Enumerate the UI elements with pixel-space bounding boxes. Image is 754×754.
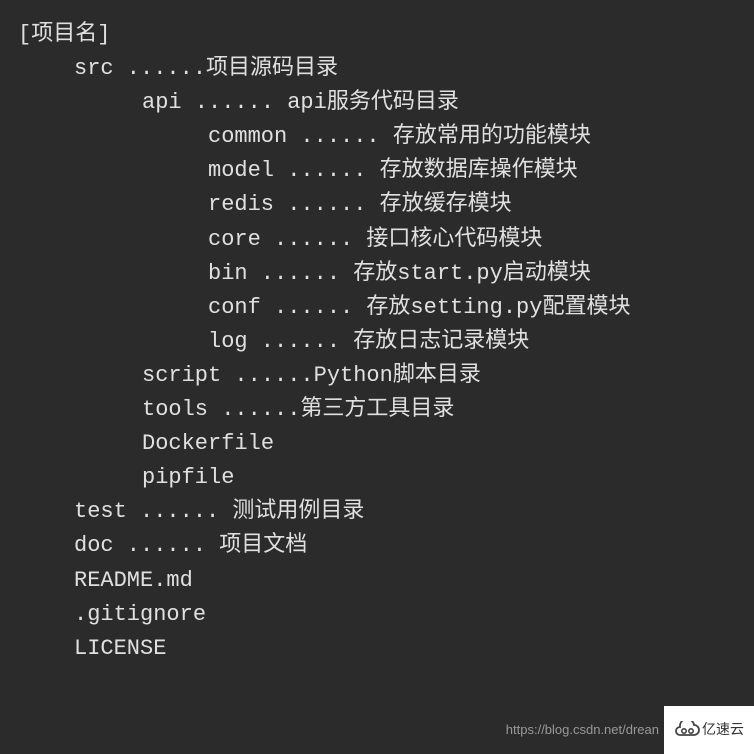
- tree-entry: script ......Python脚本目录: [18, 359, 736, 393]
- tree-entry: conf ...... 存放setting.py配置模块: [18, 291, 736, 325]
- directory-tree: [项目名] src ......项目源码目录 api ...... api服务代…: [18, 18, 736, 666]
- tree-entry: pipfile: [18, 461, 736, 495]
- tree-entry: api ...... api服务代码目录: [18, 86, 736, 120]
- tree-entry: core ...... 接口核心代码模块: [18, 223, 736, 257]
- tree-entry: src ......项目源码目录: [18, 52, 736, 86]
- tree-entry: doc ...... 项目文档: [18, 529, 736, 563]
- tree-entry: LICENSE: [18, 632, 736, 666]
- tree-entry: redis ...... 存放缓存模块: [18, 188, 736, 222]
- watermark-brand: 亿速云: [702, 719, 744, 741]
- tree-entry: test ...... 测试用例目录: [18, 495, 736, 529]
- tree-entry: bin ...... 存放start.py启动模块: [18, 257, 736, 291]
- tree-entry: README.md: [18, 564, 736, 598]
- tree-entry: tools ......第三方工具目录: [18, 393, 736, 427]
- tree-entry: common ...... 存放常用的功能模块: [18, 120, 736, 154]
- tree-entry: Dockerfile: [18, 427, 736, 461]
- cloud-icon: [674, 721, 700, 739]
- root-label: [项目名]: [18, 18, 736, 52]
- tree-entry: log ...... 存放日志记录模块: [18, 325, 736, 359]
- watermark-logo: 亿速云: [664, 706, 754, 754]
- tree-entry: model ...... 存放数据库操作模块: [18, 154, 736, 188]
- watermark-url: https://blog.csdn.net/drean: [506, 720, 659, 740]
- tree-entry: .gitignore: [18, 598, 736, 632]
